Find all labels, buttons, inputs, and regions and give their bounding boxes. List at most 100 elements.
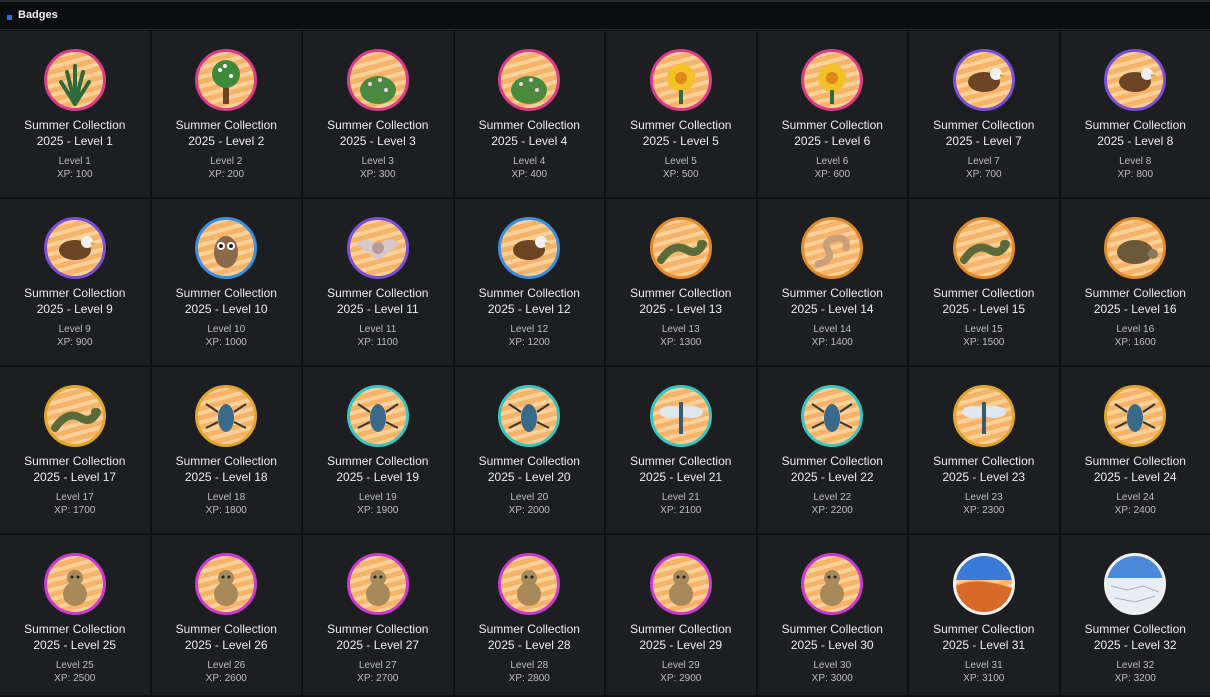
badge-name-line1: Summer Collection <box>24 118 126 132</box>
badge-name: Summer Collection 2025 - Level 20 <box>455 453 605 485</box>
badge-name-line1: Summer Collection <box>478 622 580 636</box>
gila-monster-icon <box>952 217 1015 279</box>
badge-level: Level 13 <box>661 324 700 335</box>
armadillo-icon <box>801 553 864 615</box>
badge-level: Level 16 <box>1116 324 1155 335</box>
badge-xp: XP: 2900 <box>660 673 702 684</box>
badge-name-line1: Summer Collection <box>630 286 732 300</box>
badge-level: Level 7 <box>967 156 1000 167</box>
badge-card[interactable]: Summer Collection 2025 - Level 13 Level 13… <box>606 199 756 367</box>
badge-name-line2: 2025 - Level 5 <box>642 134 719 148</box>
badge-card[interactable]: Summer Collection 2025 - Level 3 Level 3 XP… <box>303 31 453 199</box>
badge-xp: XP: 2200 <box>811 505 853 516</box>
badge-card[interactable]: Summer Collection 2025 - Level 20 Level 20… <box>454 367 605 535</box>
badge-name-line2: 2025 - Level 17 <box>33 470 117 484</box>
flowering-bush-icon <box>498 49 561 111</box>
badge-card[interactable]: Summer Collection 2025 - Level 11 Level 11… <box>303 199 453 367</box>
scorpion-icon <box>1104 385 1167 447</box>
badge-card[interactable]: Summer Collection 2025 - Level 2 Level 2 XP… <box>151 31 301 199</box>
badge-name-line2: 2025 - Level 2 <box>188 134 265 148</box>
badge-name: Summer Collection 2025 - Level 13 <box>606 285 756 317</box>
badge-xp: XP: 3100 <box>963 673 1005 684</box>
badge-name-line1: Summer Collection <box>327 286 429 300</box>
badge-card[interactable]: Summer Collection 2025 - Level 12 Level 12… <box>454 199 604 367</box>
badge-name-line1: Summer Collection <box>327 622 429 636</box>
meerkat-icon <box>43 553 106 615</box>
badge-card[interactable]: Summer Collection 2025 - Level 6 Level 6 XP… <box>757 31 907 199</box>
badge-card[interactable]: Summer Collection 2025 - Level 27 Level 27… <box>303 535 453 697</box>
badge-level: Level 18 <box>207 492 246 503</box>
badge-name-line1: Summer Collection <box>1084 454 1186 468</box>
badge-xp: XP: 600 <box>814 169 851 180</box>
badge-name-line1: Summer Collection <box>24 454 126 468</box>
badge-card[interactable]: Summer Collection 2025 - Level 15 Level 15… <box>909 199 1059 367</box>
badge-card[interactable]: Summer Collection 2025 - Level 17 Level 17… <box>0 367 150 535</box>
badge-card[interactable]: Summer Collection 2025 - Level 7 Level 7 XP… <box>909 31 1059 199</box>
badge-name: Summer Collection 2025 - Level 23 <box>909 453 1059 485</box>
badge-name: Summer Collection 2025 - Level 26 <box>152 621 302 653</box>
badge-xp: XP: 300 <box>359 169 396 180</box>
badge-name-line2: 2025 - Level 1 <box>36 134 113 148</box>
badge-level: Level 30 <box>813 660 852 671</box>
badge-name: Summer Collection 2025 - Level 27 <box>303 621 453 653</box>
badge-name-line1: Summer Collection <box>630 118 732 132</box>
badge-name-line2: 2025 - Level 9 <box>36 302 113 316</box>
badge-xp: XP: 1400 <box>811 337 853 348</box>
badge-card[interactable]: Summer Collection 2025 - Level 31 Level 31… <box>909 535 1059 697</box>
badge-card[interactable]: Summer Collection 2025 - Level 19 Level 19… <box>303 367 453 535</box>
badge-card[interactable]: Summer Collection 2025 - Level 30 Level 30… <box>757 535 907 697</box>
badge-name-line1: Summer Collection <box>1084 286 1186 300</box>
yellow-flowers-icon <box>649 49 712 111</box>
badge-card[interactable]: Summer Collection 2025 - Level 24 Level 24… <box>1060 367 1210 535</box>
badge-xp: XP: 2600 <box>205 673 247 684</box>
badge-xp: XP: 500 <box>662 169 699 180</box>
badges-header: Badges <box>0 0 1210 30</box>
badge-card[interactable]: Summer Collection 2025 - Level 14 Level 14… <box>757 199 908 367</box>
badge-card[interactable]: Summer Collection 2025 - Level 21 Level 21… <box>606 367 756 535</box>
badge-card[interactable]: Summer Collection 2025 - Level 32 Level 32… <box>1060 535 1210 697</box>
badge-card[interactable]: Summer Collection 2025 - Level 1 Level 1 XP… <box>0 31 150 199</box>
badge-xp: XP: 800 <box>1117 169 1154 180</box>
badge-name: Summer Collection 2025 - Level 1 <box>0 117 150 149</box>
badge-card[interactable]: Summer Collection 2025 - Level 29 Level 29… <box>606 535 756 697</box>
roadrunner-icon <box>1104 49 1167 111</box>
badge-card[interactable]: Summer Collection 2025 - Level 23 Level 23… <box>909 367 1059 535</box>
badge-xp: XP: 2500 <box>54 673 96 684</box>
badge-name: Summer Collection 2025 - Level 32 <box>1061 621 1210 653</box>
badge-card[interactable]: Summer Collection 2025 - Level 5 Level 5 XP… <box>606 31 756 199</box>
badge-level: Level 5 <box>664 156 697 167</box>
badge-card[interactable]: Summer Collection 2025 - Level 10 Level 10… <box>151 199 301 367</box>
badge-name-line2: 2025 - Level 31 <box>942 638 1026 652</box>
badge-name-line2: 2025 - Level 18 <box>184 470 268 484</box>
badge-level: Level 32 <box>1116 660 1155 671</box>
badge-xp: XP: 1600 <box>1114 337 1156 348</box>
badge-name-line1: Summer Collection <box>781 622 883 636</box>
badge-card[interactable]: Summer Collection 2025 - Level 16 Level 16… <box>1060 199 1210 367</box>
badge-card[interactable]: Summer Collection 2025 - Level 26 Level 26… <box>151 535 302 697</box>
badge-name-line2: 2025 - Level 12 <box>487 302 571 316</box>
shrub-icon <box>346 49 409 111</box>
badge-xp: XP: 2100 <box>660 505 702 516</box>
badge-xp: XP: 1100 <box>357 337 398 348</box>
badge-card[interactable]: Summer Collection 2025 - Level 25 Level 25… <box>0 535 150 697</box>
badge-name-line2: 2025 - Level 30 <box>790 638 874 652</box>
horned-lizard-icon <box>43 385 106 447</box>
badge-name: Summer Collection 2025 - Level 15 <box>909 285 1059 317</box>
badge-name: Summer Collection 2025 - Level 14 <box>758 285 908 317</box>
badge-name-line1: Summer Collection <box>175 118 277 132</box>
badge-card[interactable]: Summer Collection 2025 - Level 8 Level 8 XP… <box>1060 31 1210 199</box>
badge-card[interactable]: Summer Collection 2025 - Level 28 Level 28… <box>454 535 604 697</box>
badge-name-line2: 2025 - Level 13 <box>639 302 723 316</box>
badge-name-line2: 2025 - Level 7 <box>945 134 1022 148</box>
badge-card[interactable]: Summer Collection 2025 - Level 4 Level 4 XP… <box>454 31 605 199</box>
badge-card[interactable]: Summer Collection 2025 - Level 9 Level 9 XP… <box>0 199 150 367</box>
badge-name-line2: 2025 - Level 8 <box>1097 134 1174 148</box>
badge-name: Summer Collection 2025 - Level 4 <box>455 117 605 149</box>
badge-card[interactable]: Summer Collection 2025 - Level 18 Level 18… <box>151 367 301 535</box>
badge-level: Level 29 <box>661 660 700 671</box>
badge-name-line2: 2025 - Level 23 <box>942 470 1026 484</box>
badge-level: Level 24 <box>1116 492 1155 503</box>
badge-name-line1: Summer Collection <box>175 286 277 300</box>
badge-name: Summer Collection 2025 - Level 5 <box>606 117 756 149</box>
badge-card[interactable]: Summer Collection 2025 - Level 22 Level 22… <box>757 367 907 535</box>
